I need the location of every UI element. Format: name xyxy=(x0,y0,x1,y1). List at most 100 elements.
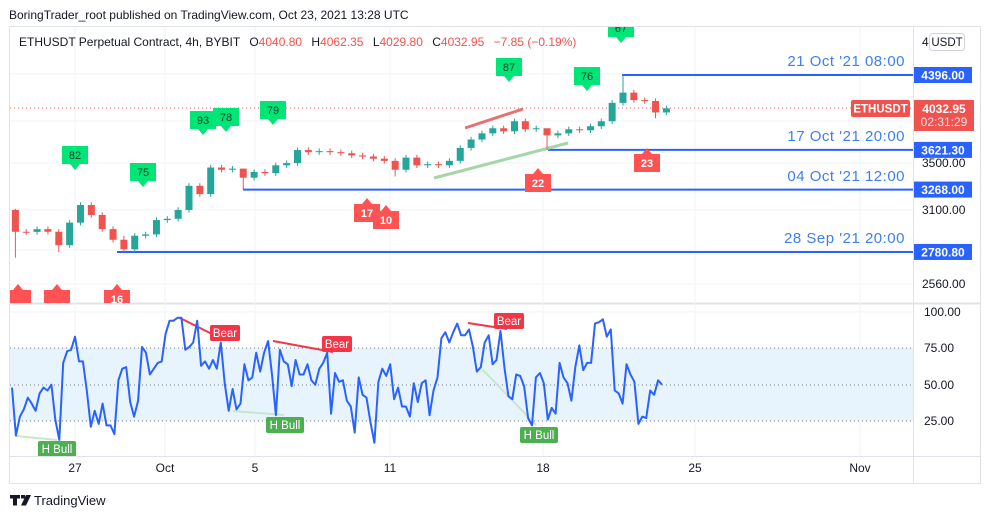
candle-body xyxy=(511,121,518,132)
candle xyxy=(348,150,356,159)
legend-open: 4040.80 xyxy=(259,35,303,49)
support-resistance-levels: 21 Oct '21 08:00 17 Oct '21 20:00 04 Oct '… xyxy=(117,53,913,253)
candle xyxy=(304,147,312,155)
bear-pivot-marker[interactable]: 23 xyxy=(634,148,660,172)
bearish-divergence-label: Bear xyxy=(494,313,524,329)
candle-body xyxy=(142,234,150,236)
level-date-label: 17 Oct '21 20:00 xyxy=(787,128,905,145)
rsi-tick: 75.00 xyxy=(924,341,954,355)
bull-pivot-value: 93 xyxy=(197,115,209,127)
candle xyxy=(467,136,475,151)
candle-body xyxy=(380,158,388,161)
candle-body xyxy=(283,163,291,166)
candle xyxy=(283,160,291,169)
candle xyxy=(66,219,74,248)
time-tick: 27 xyxy=(68,461,82,475)
hidden-bullish-divergence-label: H Bull xyxy=(38,441,76,456)
candle xyxy=(359,152,367,160)
candle xyxy=(22,229,30,235)
bull-pivot-marker[interactable]: 67 xyxy=(608,19,634,43)
candle-body xyxy=(174,209,182,219)
candle xyxy=(369,153,377,162)
candle xyxy=(532,125,540,132)
legend-open-label: O xyxy=(249,35,258,49)
bull-pivot-marker[interactable]: 76 xyxy=(574,67,600,91)
level-date-label: 28 Sep '21 20:00 xyxy=(784,230,905,247)
bull-pivot-marker[interactable]: 75 xyxy=(130,163,156,187)
candle-body xyxy=(337,152,345,154)
level-price-value: 2780.80 xyxy=(921,245,965,259)
candle xyxy=(174,207,182,222)
rsi-tick: 100.00 xyxy=(924,305,961,319)
symbol-tag-label: ETHUSDT xyxy=(853,104,907,116)
candle xyxy=(261,169,269,176)
last-price-value: 4032.95 xyxy=(922,102,966,116)
chart-legend: ETHUSDT Perpetual Contract, 4h, BYBIT O4… xyxy=(19,35,576,49)
bar-countdown: 02:31:29 xyxy=(921,115,968,129)
symbol-tag: ETHUSDT xyxy=(851,100,910,117)
candle-body xyxy=(272,165,280,174)
currency-button[interactable]: USDT xyxy=(929,33,965,51)
candle-body xyxy=(55,231,63,246)
chart-root[interactable]: BoringTrader_root published on TradingVi… xyxy=(0,0,991,519)
candle-body xyxy=(630,92,638,101)
candle-body xyxy=(619,92,627,103)
price-tick: 3100.00 xyxy=(922,203,966,217)
tradingview-brand: TradingView xyxy=(34,493,106,508)
time-axis[interactable]: 27 Oct 5 11 18 25 Nov xyxy=(68,461,870,475)
candle-body xyxy=(586,126,594,131)
bear-pivot-marker[interactable]: 22 xyxy=(525,168,551,192)
level-date-label: 21 Oct '21 08:00 xyxy=(787,53,905,70)
bull-pivot-marker[interactable]: 93 xyxy=(190,111,216,135)
legend-close-label: C xyxy=(432,35,441,49)
candle xyxy=(315,148,323,155)
bull-pivot-marker[interactable]: 78 xyxy=(213,108,239,132)
candles xyxy=(11,75,670,258)
candle xyxy=(662,105,670,116)
currency-label: USDT xyxy=(931,37,962,49)
candle-body xyxy=(109,229,117,240)
candle xyxy=(445,158,453,169)
candle-body xyxy=(500,128,508,132)
candle-body xyxy=(641,100,649,102)
candle-body xyxy=(435,164,443,166)
bear-pivot-value: 22 xyxy=(532,178,544,190)
bull-pivot-marker[interactable]: 82 xyxy=(62,146,88,170)
candle-body xyxy=(185,185,193,210)
tradingview-logo[interactable]: TradingView xyxy=(10,493,106,508)
candle-body xyxy=(445,160,453,166)
bear-pivot-value: 23 xyxy=(641,158,653,170)
hidden-bullish-divergence-label: H Bull xyxy=(266,417,304,433)
bull-pivot-value: 78 xyxy=(220,112,232,124)
candle-body xyxy=(261,172,269,174)
divergence-text: H Bull xyxy=(42,444,73,456)
candle-body xyxy=(348,153,356,156)
candle-body xyxy=(608,102,616,122)
candle-body xyxy=(652,100,660,113)
candle xyxy=(608,100,616,124)
candle-body xyxy=(131,235,139,250)
candle xyxy=(456,145,464,164)
candle-body xyxy=(554,133,562,136)
candle-body xyxy=(369,156,377,159)
level-price-value: 4396.00 xyxy=(921,69,965,83)
trendline-support[interactable] xyxy=(433,141,569,180)
bull-pivot-marker[interactable]: 87 xyxy=(496,58,522,82)
candle-body xyxy=(478,133,486,140)
candle xyxy=(44,226,52,235)
candle-body xyxy=(152,220,160,235)
candle-body xyxy=(565,129,573,134)
price-tick-partial: 4 xyxy=(922,35,929,49)
bull-pivot-value: 87 xyxy=(503,62,515,74)
candle-body xyxy=(326,151,334,153)
candle xyxy=(142,231,150,239)
candle-body xyxy=(66,222,74,246)
divergence-text: Bear xyxy=(213,328,237,340)
candle xyxy=(152,217,160,238)
candle-body xyxy=(294,150,301,164)
candle-body xyxy=(521,121,529,130)
candle xyxy=(478,130,486,143)
candle xyxy=(380,155,388,164)
candle-body xyxy=(467,139,475,148)
candle xyxy=(435,161,443,169)
